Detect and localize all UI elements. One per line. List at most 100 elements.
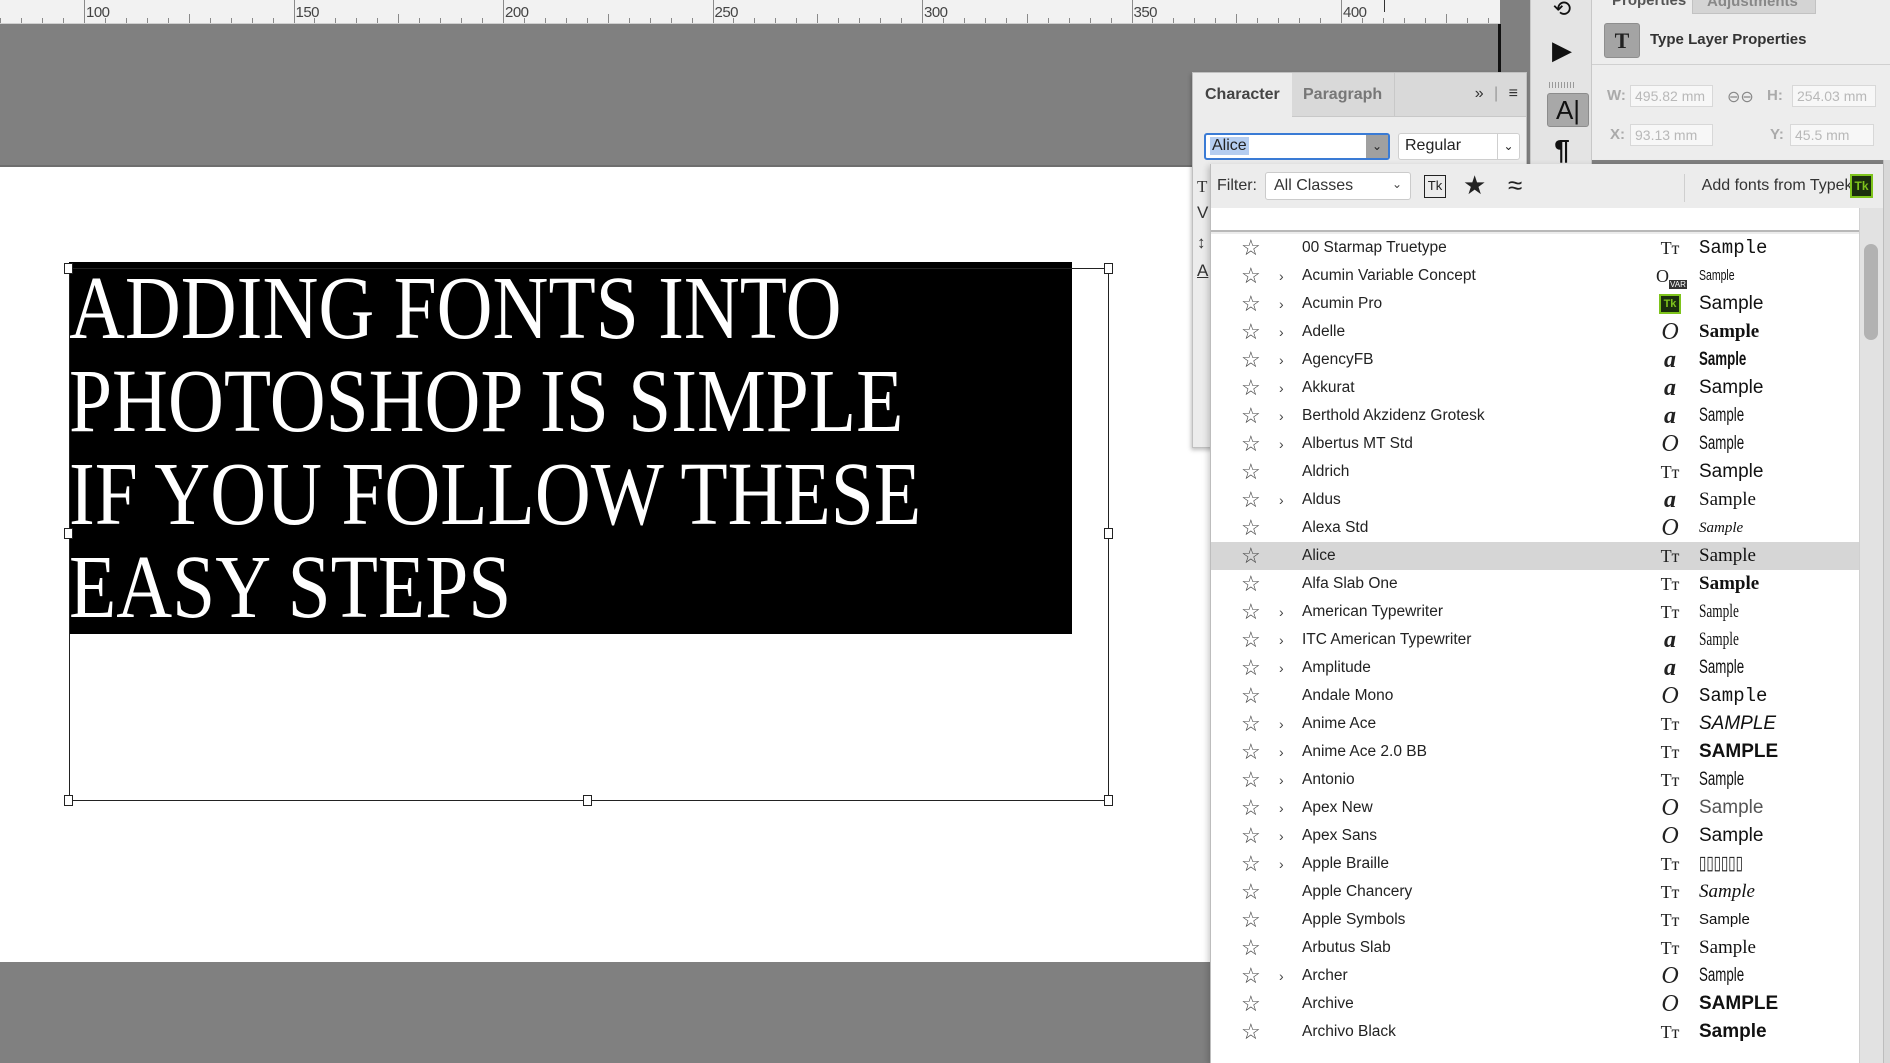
font-list-item[interactable]: ☆ › American Typewriter Tт Sample (1211, 598, 1859, 626)
expand-chevron-icon[interactable]: › (1279, 486, 1284, 514)
scrollbar-thumb[interactable] (1864, 244, 1878, 340)
panel-menu-icon[interactable]: ≡ (1509, 85, 1518, 102)
favorite-star-icon[interactable]: ☆ (1241, 430, 1261, 458)
horizontal-ruler[interactable]: 1001502002503003504004505005506006507007… (0, 0, 1500, 24)
expand-chevron-icon[interactable]: › (1279, 822, 1284, 850)
expand-chevron-icon[interactable]: › (1279, 598, 1284, 626)
favorite-star-icon[interactable]: ☆ (1241, 822, 1261, 850)
history-icon[interactable]: ⟲ (1531, 0, 1593, 22)
font-list-item[interactable]: ☆ Apple Symbols Tт Sample (1211, 906, 1859, 934)
link-dimensions-icon[interactable]: ⊖⊖ (1727, 87, 1754, 107)
chevron-down-icon[interactable]: ⌄ (1366, 135, 1388, 158)
font-list-item[interactable]: ☆ Aldrich Tт Sample (1211, 458, 1859, 486)
drag-grip-icon[interactable] (1549, 82, 1575, 88)
font-list-item[interactable]: ☆ 00 Starmap Truetype Tт Sample (1211, 234, 1859, 262)
favorite-star-icon[interactable]: ☆ (1241, 1018, 1261, 1046)
expand-chevron-icon[interactable]: › (1279, 710, 1284, 738)
font-style-select[interactable]: Regular ⌄ (1398, 133, 1520, 160)
resize-handle-bottom-right[interactable] (1104, 795, 1113, 806)
font-list-item[interactable]: ☆ › Apex Sans O Sample (1211, 822, 1859, 850)
font-list-item[interactable]: ☆ Arbutus Slab Tт Sample (1211, 934, 1859, 962)
resize-handle-middle-right[interactable] (1104, 528, 1113, 539)
font-list-item[interactable]: ☆ Andale Mono O Sample (1211, 682, 1859, 710)
favorites-filter-star-icon[interactable]: ★ (1463, 170, 1486, 201)
font-list-item[interactable]: ☆ Archivo Black Tт Sample (1211, 1018, 1859, 1046)
resize-handle-top-right[interactable] (1104, 263, 1113, 274)
tab-properties[interactable]: Properties (1598, 0, 1700, 14)
x-field[interactable]: 93.13 mm (1630, 124, 1713, 146)
font-list-item[interactable]: ☆ › Apple Braille Tт ▯▯▯▯▯▯ (1211, 850, 1859, 878)
favorite-star-icon[interactable]: ☆ (1241, 514, 1261, 542)
font-family-input[interactable]: Alice ⌄ (1204, 133, 1390, 160)
font-list-item[interactable]: ☆ › Acumin Pro Tk Sample (1211, 290, 1859, 318)
favorite-star-icon[interactable]: ☆ (1241, 850, 1261, 878)
favorite-star-icon[interactable]: ☆ (1241, 542, 1261, 570)
font-list-item[interactable]: ☆ › Adelle O Sample (1211, 318, 1859, 346)
actions-play-icon[interactable]: ▶ (1531, 35, 1593, 66)
favorite-star-icon[interactable]: ☆ (1241, 374, 1261, 402)
font-list-item[interactable]: ☆ Alexa Std O Sample (1211, 514, 1859, 542)
favorite-star-icon[interactable]: ☆ (1241, 234, 1261, 262)
font-list-item[interactable]: ☆ Archive O SAMPLE (1211, 990, 1859, 1018)
favorite-star-icon[interactable]: ☆ (1241, 934, 1261, 962)
expand-chevron-icon[interactable]: › (1279, 346, 1284, 374)
font-list-item[interactable]: ☆ › AgencyFB a Sample (1211, 346, 1859, 374)
font-list-item[interactable]: ☆ › Anime Ace 2.0 BB Tт SAMPLE (1211, 738, 1859, 766)
favorite-star-icon[interactable]: ☆ (1241, 570, 1261, 598)
chevron-down-icon[interactable]: ⌄ (1497, 134, 1519, 159)
font-list-item[interactable]: ☆ › Aldus a Sample (1211, 486, 1859, 514)
font-list-item[interactable]: ☆ Alice Tт Sample (1211, 542, 1859, 570)
font-list-item[interactable]: ☆ Apple Chancery Tт Sample (1211, 878, 1859, 906)
favorite-star-icon[interactable]: ☆ (1241, 682, 1261, 710)
font-list-item[interactable]: ☆ › Apex New O Sample (1211, 794, 1859, 822)
favorite-star-icon[interactable]: ☆ (1241, 766, 1261, 794)
favorite-star-icon[interactable]: ☆ (1241, 878, 1261, 906)
font-list-item[interactable]: ☆ › Anime Ace Tт SAMPLE (1211, 710, 1859, 738)
font-list-item[interactable]: ☆ › Archer O Sample (1211, 962, 1859, 990)
character-panel-button[interactable]: A| (1547, 93, 1589, 127)
favorite-star-icon[interactable]: ☆ (1241, 262, 1261, 290)
expand-chevron-icon[interactable]: › (1279, 430, 1284, 458)
font-class-filter-select[interactable]: All Classes ⌄ (1265, 172, 1411, 200)
favorite-star-icon[interactable]: ☆ (1241, 738, 1261, 766)
favorite-star-icon[interactable]: ☆ (1241, 318, 1261, 346)
expand-chevron-icon[interactable]: › (1279, 290, 1284, 318)
paragraph-icon[interactable]: ¶ (1531, 134, 1593, 166)
expand-chevron-icon[interactable]: › (1279, 766, 1284, 794)
favorite-star-icon[interactable]: ☆ (1241, 990, 1261, 1018)
tab-character[interactable]: Character (1193, 73, 1292, 118)
expand-chevron-icon[interactable]: › (1279, 318, 1284, 346)
font-list[interactable]: ☆ 00 Starmap Truetype Tт Sample ☆ › Acumin Var… (1211, 234, 1859, 1063)
favorite-star-icon[interactable]: ☆ (1241, 598, 1261, 626)
resize-handle-middle-left[interactable] (64, 528, 73, 539)
font-list-item[interactable]: ☆ › Acumin Variable Concept OVAR Sample (1211, 262, 1859, 290)
favorite-star-icon[interactable]: ☆ (1241, 402, 1261, 430)
typekit-filter-icon[interactable]: Tk (1424, 175, 1446, 198)
expand-chevron-icon[interactable]: › (1279, 738, 1284, 766)
tab-adjustments[interactable]: Adjustments (1692, 0, 1816, 14)
font-list-item[interactable]: ☆ › Berthold Akzidenz Grotesk a Sample (1211, 402, 1859, 430)
typekit-add-fonts-button[interactable]: Tk (1850, 174, 1873, 198)
height-field[interactable]: 254.03 mm (1792, 85, 1876, 107)
expand-chevron-icon[interactable]: › (1279, 626, 1284, 654)
favorite-star-icon[interactable]: ☆ (1241, 962, 1261, 990)
favorite-star-icon[interactable]: ☆ (1241, 710, 1261, 738)
font-family-value[interactable]: Alice (1210, 137, 1249, 155)
favorite-star-icon[interactable]: ☆ (1241, 290, 1261, 318)
font-list-item[interactable]: ☆ Alfa Slab One Tт Sample (1211, 570, 1859, 598)
favorite-star-icon[interactable]: ☆ (1241, 794, 1261, 822)
expand-chevron-icon[interactable]: › (1279, 262, 1284, 290)
width-field[interactable]: 495.82 mm (1630, 85, 1713, 107)
collapse-panel-icon[interactable]: » (1475, 85, 1484, 102)
favorite-star-icon[interactable]: ☆ (1241, 654, 1261, 682)
resize-handle-bottom-center[interactable] (583, 795, 592, 806)
favorite-star-icon[interactable]: ☆ (1241, 486, 1261, 514)
expand-chevron-icon[interactable]: › (1279, 654, 1284, 682)
favorite-star-icon[interactable]: ☆ (1241, 458, 1261, 486)
font-list-item[interactable]: ☆ › Amplitude a Sample (1211, 654, 1859, 682)
favorite-star-icon[interactable]: ☆ (1241, 626, 1261, 654)
text-bounding-box[interactable] (69, 268, 1109, 801)
resize-handle-bottom-left[interactable] (64, 795, 73, 806)
expand-chevron-icon[interactable]: › (1279, 962, 1284, 990)
font-list-item[interactable]: ☆ › Albertus MT Std O Sample (1211, 430, 1859, 458)
